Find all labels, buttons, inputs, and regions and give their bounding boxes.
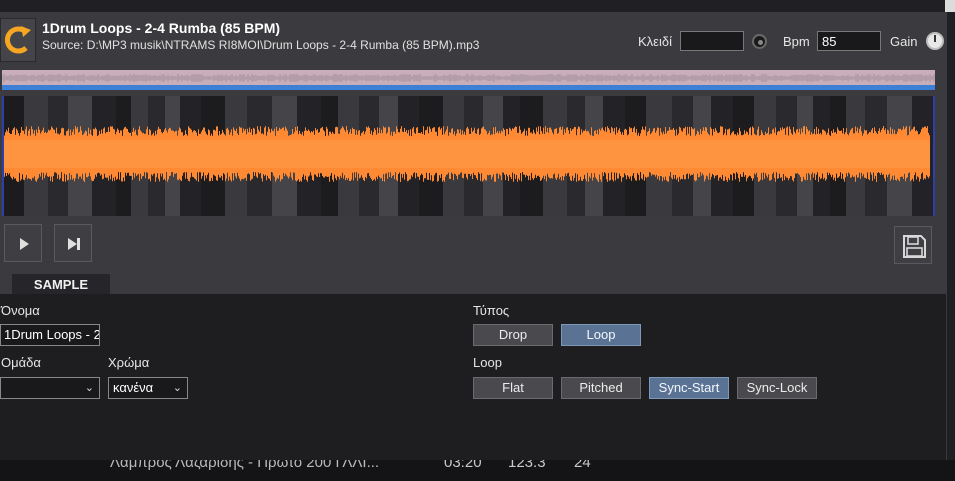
loop-flat-button[interactable]: Flat (473, 377, 553, 399)
loop-sync-lock-button[interactable]: Sync-Lock (737, 377, 817, 399)
background-track-number: 24 (574, 460, 591, 471)
background-track-title: Λάμπρος Λαζαρίδης - Πρώτο 200 ΓΛΛΙ... (110, 460, 380, 471)
bpm-label: Bpm (783, 34, 810, 49)
chevron-down-icon: ⌄ (84, 382, 94, 394)
waveform-overview[interactable] (2, 70, 935, 90)
waveform-core (2, 140, 930, 168)
gain-knob-icon[interactable] (926, 32, 944, 50)
loop-end-marker[interactable] (933, 96, 935, 216)
background-track-time: 03:20 (444, 460, 482, 471)
save-button[interactable] (894, 226, 932, 264)
name-input[interactable]: 1Drum Loops - 2 (0, 324, 100, 346)
type-label: Τύπος (473, 303, 510, 318)
floppy-save-icon (903, 235, 926, 258)
window-scrollbar[interactable] (946, 12, 955, 460)
loop-start-marker[interactable] (2, 96, 4, 216)
waveform-display[interactable] (2, 96, 953, 216)
sample-settings: Όνομα 1Drum Loops - 2 Ομάδα ⌄ Χρώμα κανέ… (0, 294, 946, 460)
type-drop-button[interactable]: Drop (473, 324, 553, 346)
chevron-down-icon: ⌄ (172, 382, 182, 394)
skip-next-button[interactable] (54, 224, 92, 262)
color-select-value: κανένα (113, 380, 154, 395)
type-loop-button[interactable]: Loop (561, 324, 641, 346)
gain-label: Gain (890, 34, 918, 49)
color-select[interactable]: κανένα ⌄ (108, 377, 188, 399)
name-label: Όνομα (1, 303, 40, 318)
key-label: Κλειδί (638, 34, 672, 49)
bpm-field[interactable]: 85 (817, 31, 881, 51)
window-corner (945, 0, 955, 12)
key-knob-icon[interactable] (752, 34, 767, 49)
color-label: Χρώμα (108, 355, 150, 370)
tab-sample[interactable]: SAMPLE (12, 274, 110, 295)
background-track-bpm: 123.3 (508, 460, 546, 471)
overview-progress-bar (2, 85, 935, 90)
refresh-c-logo-icon[interactable] (0, 18, 36, 62)
loop-pitched-button[interactable]: Pitched (561, 377, 641, 399)
sample-editor-panel: 1Drum Loops - 2-4 Rumba (85 BPM) Source:… (0, 12, 953, 460)
sample-title: 1Drum Loops - 2-4 Rumba (85 BPM) (42, 20, 281, 36)
loop-label: Loop (473, 355, 502, 370)
sample-source-path: Source: D:\MP3 musik\NTRAMS RI8MOI\Drum … (42, 38, 480, 52)
background-track-row: Λάμπρος Λαζαρίδης - Πρώτο 200 ΓΛΛΙ... 03… (0, 460, 955, 481)
sample-header: 1Drum Loops - 2-4 Rumba (85 BPM) Source:… (0, 12, 946, 68)
top-strip (0, 0, 955, 12)
play-button[interactable] (4, 224, 42, 262)
play-icon (20, 238, 29, 250)
loop-sync-start-button[interactable]: Sync-Start (649, 377, 729, 399)
group-label: Ομάδα (1, 355, 41, 370)
group-select[interactable]: ⌄ (0, 377, 100, 399)
skip-next-icon (68, 238, 80, 250)
key-field[interactable] (680, 31, 744, 51)
